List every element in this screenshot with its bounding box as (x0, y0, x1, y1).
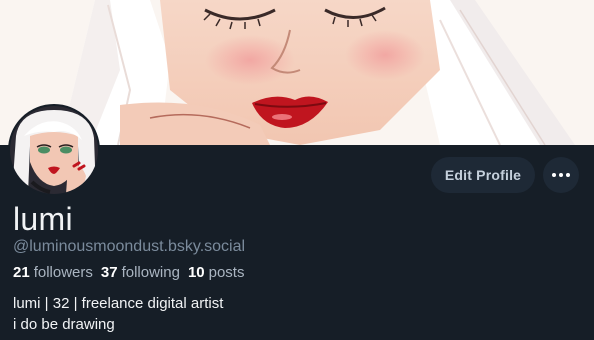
profile-handle: @luminousmoondust.bsky.social (13, 238, 246, 255)
following-stat[interactable]: 37 following (101, 264, 180, 281)
edit-profile-label: Edit Profile (444, 167, 522, 183)
profile-page: Edit Profile lumi @luminousmoondust.bsky… (0, 0, 594, 340)
following-label: following (121, 264, 180, 281)
display-name: lumi (13, 201, 73, 237)
posts-label: posts (208, 264, 245, 281)
followers-label: followers (33, 264, 93, 281)
avatar-illustration (10, 106, 98, 194)
edit-profile-button[interactable]: Edit Profile (431, 157, 535, 193)
posts-stat: 10 posts (188, 264, 245, 281)
profile-bio: lumi | 32 | freelance digital artist i d… (13, 293, 223, 335)
profile-stats: 21 followers 37 following 10 posts (13, 264, 244, 281)
posts-count: 10 (187, 264, 205, 281)
bio-line: i do be drawing (13, 316, 115, 333)
followers-stat[interactable]: 21 followers (13, 264, 93, 281)
more-options-button[interactable] (543, 157, 579, 193)
followers-count: 21 (13, 264, 30, 281)
following-count: 37 (100, 264, 118, 281)
ellipsis-icon (552, 173, 570, 177)
bio-line: lumi | 32 | freelance digital artist (13, 295, 224, 312)
avatar[interactable] (8, 104, 100, 196)
